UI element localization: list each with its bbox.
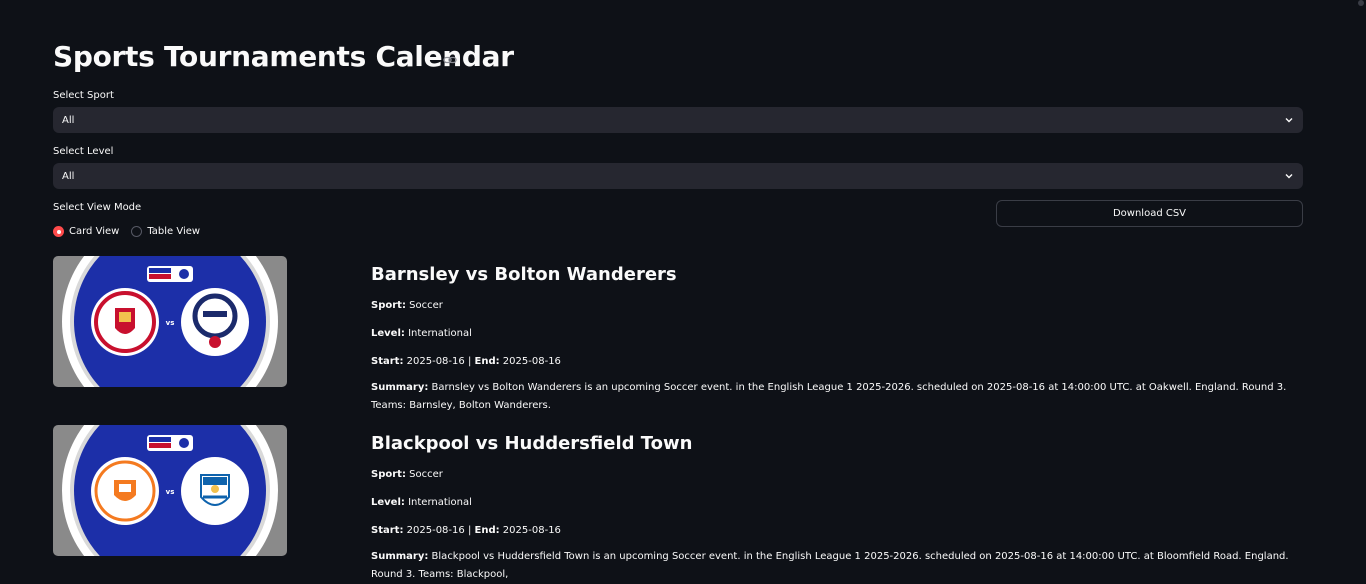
radio-selected-icon xyxy=(53,226,64,237)
versus-badge: vs xyxy=(166,488,175,496)
event-summary: Summary: Barnsley vs Bolton Wanderers is… xyxy=(371,382,1287,411)
view-mode-radio-group: Card View Table View xyxy=(53,226,200,237)
download-csv-button[interactable]: Download CSV xyxy=(996,200,1303,227)
level-select-value: All xyxy=(62,170,75,182)
level-select[interactable]: All xyxy=(53,163,1303,189)
radio-card-view-label: Card View xyxy=(69,226,120,237)
versus-badge: vs xyxy=(166,319,175,327)
radio-card-view[interactable]: Card View xyxy=(53,226,119,237)
event-title: Blackpool vs Huddersfield Town xyxy=(371,433,693,454)
event-dates: Start: 2025-08-16 | End: 2025-08-16 xyxy=(371,525,561,536)
event-level: Level: International xyxy=(371,497,472,508)
radio-table-view-label: Table View xyxy=(147,226,201,237)
level-select-label: Select Level xyxy=(53,146,114,157)
event-dates: Start: 2025-08-16 | End: 2025-08-16 xyxy=(371,356,561,367)
event-title: Barnsley vs Bolton Wanderers xyxy=(371,264,677,285)
sport-select[interactable]: All xyxy=(53,107,1303,133)
sport-select-label: Select Sport xyxy=(53,90,114,101)
event-level: Level: International xyxy=(371,328,472,339)
away-team-crest xyxy=(181,457,249,525)
page-scrollbar[interactable] xyxy=(1358,0,1364,6)
radio-unselected-icon xyxy=(131,226,143,237)
home-team-crest xyxy=(91,288,159,356)
event-sport: Sport: Soccer xyxy=(371,469,443,480)
sport-select-value: All xyxy=(62,114,75,126)
view-mode-label: Select View Mode xyxy=(53,202,142,213)
chevron-down-icon xyxy=(1285,118,1293,123)
chevron-down-icon xyxy=(1285,174,1293,179)
event-summary: Summary: Blackpool vs Huddersfield Town … xyxy=(371,551,1289,580)
away-team-crest xyxy=(181,288,249,356)
event-thumbnail: vs xyxy=(53,256,287,387)
link-icon[interactable] xyxy=(443,55,457,65)
event-sport: Sport: Soccer xyxy=(371,300,443,311)
event-thumbnail: vs xyxy=(53,425,287,556)
radio-table-view[interactable]: Table View xyxy=(131,226,200,237)
home-team-crest xyxy=(91,457,159,525)
